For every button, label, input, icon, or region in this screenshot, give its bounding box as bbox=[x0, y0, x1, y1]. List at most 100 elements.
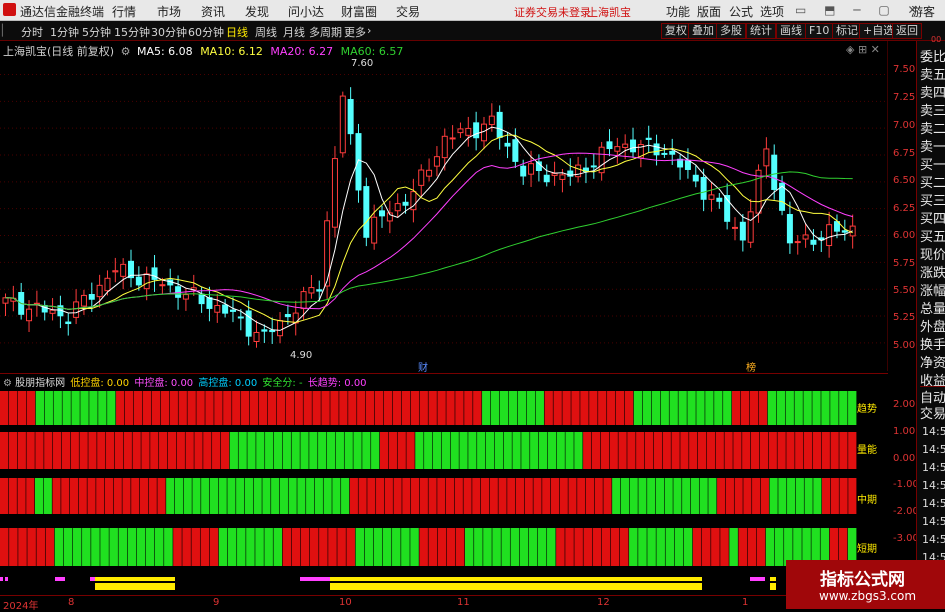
indicator-bar bbox=[450, 432, 459, 469]
guest-label[interactable]: 游客 bbox=[911, 3, 935, 20]
login-notice[interactable]: 证券交易未登录 bbox=[514, 4, 591, 20]
candle-body bbox=[528, 163, 535, 175]
statistics-button[interactable]: 统计 bbox=[746, 23, 776, 39]
adjust-button[interactable]: 复权 bbox=[661, 23, 691, 39]
menu-item-wealth[interactable]: 财富圈 bbox=[341, 3, 377, 20]
menu-item-news[interactable]: 资讯 bbox=[201, 3, 225, 20]
indicator-bar bbox=[332, 478, 341, 514]
menu-item-xiaoda[interactable]: 问小达 bbox=[288, 3, 324, 20]
period-tab-daily[interactable]: 日线 bbox=[226, 24, 248, 40]
candle-body bbox=[308, 287, 315, 294]
finance-marker[interactable]: 财 bbox=[418, 359, 428, 374]
indicator-bar bbox=[98, 391, 107, 425]
period-tab-monthly[interactable]: 月线 bbox=[283, 24, 305, 40]
period-tab-5min[interactable]: 5分钟 bbox=[82, 24, 111, 40]
notice-stock[interactable]: 上海凯宝 bbox=[587, 4, 631, 20]
period-tab-60min[interactable]: 60分钟 bbox=[188, 24, 224, 40]
multi-stock-button[interactable]: 多股 bbox=[716, 23, 746, 39]
more-chevron-icon[interactable]: › bbox=[367, 24, 371, 37]
indicator-bar bbox=[262, 478, 271, 514]
candle-body bbox=[331, 158, 338, 228]
indicator-bar bbox=[26, 478, 35, 514]
indicator-bar bbox=[756, 528, 766, 566]
indicator-bar bbox=[364, 528, 374, 566]
period-tab-30min[interactable]: 30分钟 bbox=[151, 24, 187, 40]
candle-body bbox=[614, 146, 621, 152]
indicator-bar bbox=[601, 528, 611, 566]
menu-item-formula[interactable]: 公式 bbox=[729, 3, 753, 20]
indicator-bar bbox=[743, 478, 752, 514]
news-marker[interactable]: 榜 bbox=[746, 359, 756, 374]
menu-item-function[interactable]: 功能 bbox=[666, 3, 690, 20]
high-price-label: 7.60 bbox=[351, 58, 374, 69]
app-logo-icon bbox=[3, 3, 16, 16]
period-tab-multi[interactable]: 多周期 bbox=[309, 24, 342, 40]
indicator-bar bbox=[673, 478, 682, 514]
f10-button[interactable]: F10 bbox=[805, 23, 834, 39]
menu-item-discover[interactable]: 发现 bbox=[245, 3, 269, 20]
menu-item-options[interactable]: 选项 bbox=[760, 3, 784, 20]
indicator-bar bbox=[715, 432, 724, 469]
indicator-bar bbox=[542, 478, 551, 514]
indicator-name[interactable]: 股朋指标网 bbox=[15, 378, 65, 389]
indicator-bar bbox=[742, 432, 751, 469]
indicator-bar bbox=[547, 432, 557, 469]
trade-label[interactable]: 交易 bbox=[920, 403, 945, 422]
indicator-bar bbox=[358, 478, 367, 514]
candle-body bbox=[622, 143, 629, 148]
quote-label-change-pct: 涨幅 bbox=[920, 284, 945, 299]
period-tab-15min[interactable]: 15分钟 bbox=[114, 24, 150, 40]
indicator-bar bbox=[366, 391, 375, 425]
window-controls[interactable]: ▭ ⬒ ─ ▢ ✕ bbox=[795, 3, 925, 17]
indicator-bar bbox=[474, 528, 483, 566]
indicator-bar bbox=[218, 478, 227, 514]
menu-item-quotes[interactable]: 行情 bbox=[112, 3, 136, 20]
ind-tick: 2.00 bbox=[893, 399, 916, 410]
indicator-bar bbox=[656, 528, 665, 566]
indicator-bar bbox=[638, 528, 647, 566]
period-tab-weekly[interactable]: 周线 bbox=[255, 24, 277, 40]
indicator-bar bbox=[136, 528, 146, 566]
indicator-bar bbox=[78, 478, 87, 514]
mark-button[interactable]: 标记 bbox=[832, 23, 862, 39]
control-mark bbox=[5, 577, 8, 581]
indicator-gear-icon[interactable]: ⚙ bbox=[3, 378, 12, 389]
indicator-bar bbox=[306, 478, 315, 514]
indicator-bar bbox=[619, 528, 629, 566]
indicator-bar bbox=[167, 432, 177, 469]
candle-body bbox=[284, 314, 291, 318]
indicator-bar bbox=[653, 432, 663, 469]
indicator-bar bbox=[349, 478, 358, 514]
indicator-header: ⚙ 股朋指标网 低控盘: 0.00 中控盘: 0.00 高控盘: 0.00 安全… bbox=[0, 373, 888, 390]
indicator-bar bbox=[392, 391, 402, 425]
indicator-bar bbox=[392, 528, 401, 566]
back-button[interactable]: 返回 bbox=[892, 23, 922, 39]
period-tab-timeshare[interactable]: 分时 bbox=[21, 24, 43, 40]
price-chart[interactable] bbox=[0, 41, 888, 371]
indicator-bar bbox=[821, 391, 830, 425]
period-tab-more[interactable]: 更多 bbox=[344, 24, 366, 40]
quote-label-buy3: 买三 bbox=[920, 194, 945, 209]
menu-item-market[interactable]: 市场 bbox=[157, 3, 181, 20]
draw-line-button[interactable]: 画线 bbox=[776, 23, 806, 39]
candle-body bbox=[684, 160, 691, 170]
menu-item-trade[interactable]: 交易 bbox=[396, 3, 420, 20]
menu-item-layout[interactable]: 版面 bbox=[697, 3, 721, 20]
indicator-bar bbox=[227, 478, 236, 514]
indicator-row bbox=[0, 528, 857, 566]
candle-body bbox=[473, 122, 480, 139]
indicator-chart[interactable] bbox=[0, 390, 857, 605]
indicator-bar bbox=[485, 432, 495, 469]
indicator-bar bbox=[282, 528, 292, 566]
indicator-bar bbox=[415, 432, 424, 469]
candle-body bbox=[73, 301, 80, 318]
indicator-bar bbox=[498, 478, 507, 514]
indicator-bar bbox=[627, 432, 636, 469]
indicator-bar bbox=[482, 391, 491, 425]
indicator-bar bbox=[159, 432, 168, 469]
indicator-bar bbox=[489, 478, 498, 514]
period-tab-1min[interactable]: 1分钟 bbox=[50, 24, 79, 40]
overlay-button[interactable]: 叠加 bbox=[688, 23, 718, 39]
indicator-bar bbox=[610, 528, 620, 566]
indicator-bar bbox=[547, 528, 556, 566]
